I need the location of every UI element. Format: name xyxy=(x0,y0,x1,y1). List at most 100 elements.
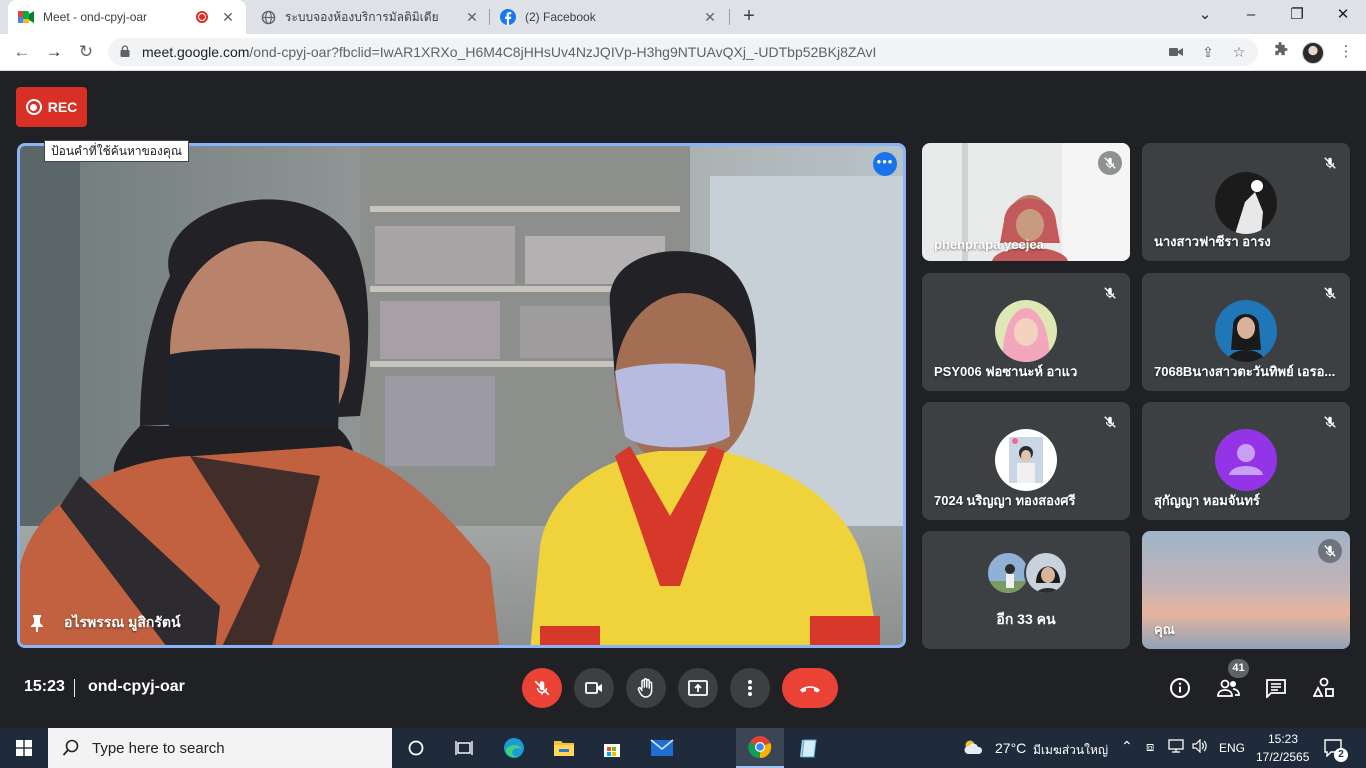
speaker-video-feed xyxy=(20,146,903,645)
camera-toggle-button[interactable] xyxy=(574,668,614,708)
participant-tile[interactable]: PSY006 ฟอซานะห์ อาแว xyxy=(922,273,1130,391)
tab-title: Meet - ond-cpyj-oar xyxy=(43,10,148,24)
forward-arrow-icon[interactable]: → xyxy=(42,40,66,64)
self-name: คุณ xyxy=(1154,622,1175,637)
people-button[interactable] xyxy=(1216,676,1240,700)
avatar xyxy=(1215,172,1277,234)
browser-toolbar: ← → ↻ meet.google.com/ond-cpyj-oar?fbcli… xyxy=(0,34,1366,71)
participant-name: 7068Bนางสาวตะวันทิพย์ เอรอ... xyxy=(1154,364,1336,379)
tab-search-chevron-icon[interactable]: ⌄ xyxy=(1182,0,1228,34)
tab-title: ระบบจองห้องบริการมัลติมิเดีย xyxy=(285,9,439,24)
avatar xyxy=(995,429,1057,491)
participant-tile[interactable]: นางสาวฟาซีรา อารง xyxy=(1142,143,1350,261)
more-participants-tile[interactable]: อีก 33 คน xyxy=(922,531,1130,649)
bookmark-star-icon[interactable]: ☆ xyxy=(1230,43,1248,61)
participant-tile[interactable]: 7024 นริญญา ทองสองศรี xyxy=(922,402,1130,520)
people-icon xyxy=(1217,679,1240,697)
recording-chip[interactable]: REC xyxy=(16,87,87,127)
facebook-icon xyxy=(500,9,516,25)
tab-meet[interactable]: Meet - ond-cpyj-oar ✕ xyxy=(8,0,246,34)
meeting-details-button[interactable] xyxy=(1168,676,1192,700)
more-participants-label: อีก 33 คน xyxy=(996,611,1056,627)
muted-mic-icon xyxy=(1318,539,1342,563)
leave-call-button[interactable] xyxy=(782,668,838,708)
info-icon xyxy=(1170,678,1190,698)
notepad-app-icon[interactable] xyxy=(784,728,832,768)
windows-start-icon[interactable] xyxy=(0,728,48,768)
windows-taskbar: Type here to search 27°C มีเมฆส่วนใหญ่ ⌃… xyxy=(0,728,1366,768)
search-placeholder: Type here to search xyxy=(92,739,225,757)
camera-tray-icon[interactable]: ⧈ xyxy=(1146,739,1154,755)
network-icon[interactable] xyxy=(1168,739,1184,756)
rec-label: REC xyxy=(47,99,78,115)
avatar xyxy=(995,300,1057,362)
close-tab-icon[interactable]: ✕ xyxy=(464,9,480,26)
main-video-tile[interactable] xyxy=(17,143,906,648)
cortana-icon[interactable] xyxy=(392,728,440,768)
chrome-menu-icon[interactable]: ⋮ xyxy=(1336,42,1356,62)
participant-name: PSY006 ฟอซานะห์ อาแว xyxy=(934,364,1078,379)
raise-hand-button[interactable] xyxy=(626,668,666,708)
muted-mic-icon xyxy=(1318,151,1342,175)
taskbar-date[interactable]: 17/2/2565 xyxy=(1256,750,1309,764)
avatar xyxy=(1024,551,1068,595)
participant-tile[interactable]: 7068Bนางสาวตะวันทิพย์ เอรอ... xyxy=(1142,273,1350,391)
more-options-button[interactable]: ••• xyxy=(873,152,897,176)
mail-icon[interactable] xyxy=(638,728,686,768)
main-speaker-name: อไรพรรณ มูสิกรัตน์ xyxy=(64,614,181,630)
tab-booking[interactable]: ระบบจองห้องบริการมัลติมิเดีย ✕ xyxy=(250,0,490,34)
profile-avatar[interactable] xyxy=(1302,42,1324,64)
tab-facebook[interactable]: (2) Facebook ✕ xyxy=(490,0,728,34)
close-tab-icon[interactable]: ✕ xyxy=(702,9,718,26)
participant-tile[interactable]: phenprapa yeejea xyxy=(922,143,1130,261)
camera-in-use-icon[interactable] xyxy=(1167,43,1185,61)
show-hidden-icons-chevron-icon[interactable]: ⌃ xyxy=(1121,738,1133,755)
new-tab-button[interactable]: + xyxy=(737,5,761,29)
muted-mic-icon xyxy=(1318,281,1342,305)
taskbar-search-box[interactable]: Type here to search xyxy=(48,728,392,768)
volume-icon[interactable] xyxy=(1192,738,1208,756)
lock-icon xyxy=(120,45,130,57)
back-arrow-icon[interactable]: ← xyxy=(10,40,34,64)
muted-mic-icon xyxy=(1098,151,1122,175)
participant-tile[interactable]: สุกัญญา หอมจันทร์ xyxy=(1142,402,1350,520)
reload-icon[interactable]: ↻ xyxy=(74,40,98,64)
participant-count-badge: 41 xyxy=(1228,659,1249,678)
pin-icon[interactable] xyxy=(30,614,44,632)
meeting-code: ond-cpyj-oar xyxy=(88,678,185,695)
restore-window-button[interactable]: ❐ xyxy=(1274,0,1320,34)
vertical-dots-icon xyxy=(748,680,752,696)
weather-description: มีเมฆส่วนใหญ่ xyxy=(1033,743,1109,757)
minimize-window-button[interactable]: – xyxy=(1228,0,1274,34)
chat-button[interactable] xyxy=(1264,676,1288,700)
task-view-icon[interactable] xyxy=(440,728,488,768)
self-view-tile[interactable]: คุณ xyxy=(1142,531,1350,649)
extensions-puzzle-icon[interactable] xyxy=(1270,42,1290,62)
present-screen-button[interactable] xyxy=(678,668,718,708)
weather-icon[interactable] xyxy=(962,738,986,759)
participant-name: นางสาวฟาซีรา อารง xyxy=(1154,234,1271,249)
share-icon[interactable]: ⇪ xyxy=(1199,43,1217,61)
taskbar-time[interactable]: 15:23 xyxy=(1268,732,1298,746)
mic-toggle-button[interactable] xyxy=(522,668,562,708)
activities-button[interactable] xyxy=(1312,676,1336,700)
chrome-taskbar-icon[interactable] xyxy=(736,728,784,768)
close-window-button[interactable]: ✕ xyxy=(1320,0,1366,34)
hang-up-icon xyxy=(800,686,820,693)
tab-divider xyxy=(729,9,730,25)
edge-browser-icon[interactable] xyxy=(490,728,538,768)
participant-name: 7024 นริญญา ทองสองศรี xyxy=(934,493,1076,508)
more-options-menu-button[interactable] xyxy=(730,668,770,708)
mic-off-icon xyxy=(534,680,550,696)
search-tooltip: ป้อนคำที่ใช้ค้นหาของคุณ xyxy=(44,140,190,162)
input-language[interactable]: ENG xyxy=(1219,741,1245,755)
record-icon xyxy=(25,99,42,115)
avatar xyxy=(1215,300,1277,362)
muted-mic-icon xyxy=(1098,410,1122,434)
file-explorer-icon[interactable] xyxy=(540,728,588,768)
browser-tab-strip: Meet - ond-cpyj-oar ✕ ระบบจองห้องบริการม… xyxy=(0,0,1366,34)
close-tab-icon[interactable]: ✕ xyxy=(220,9,236,26)
address-bar[interactable]: meet.google.com/ond-cpyj-oar?fbclid=IwAR… xyxy=(108,38,1258,66)
main-speaker-label: อไรพรรณ มูสิกรัตน์ xyxy=(30,612,181,634)
microsoft-store-icon[interactable] xyxy=(588,728,636,768)
